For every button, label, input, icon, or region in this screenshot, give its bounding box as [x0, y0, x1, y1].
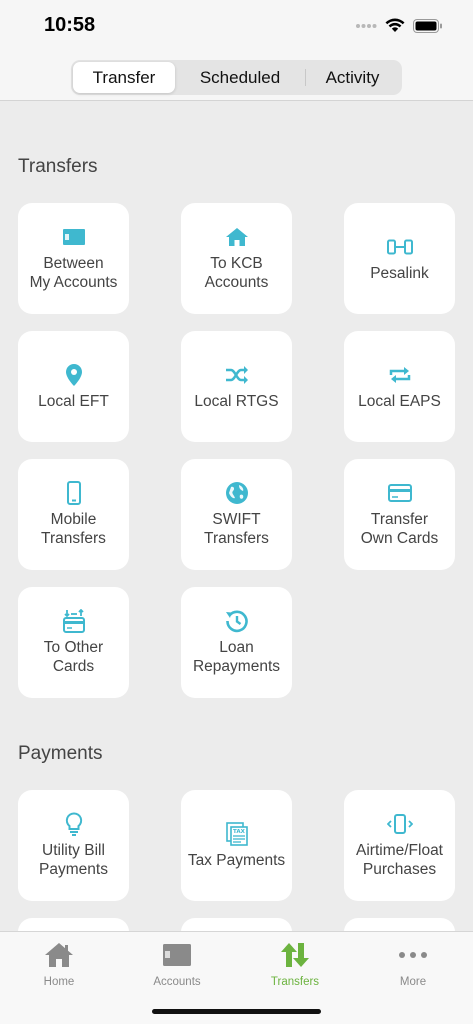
tab-label: Home — [43, 976, 75, 988]
repeat-icon — [389, 366, 410, 383]
tab-accounts[interactable]: Accounts — [118, 940, 236, 988]
credit-card-icon — [387, 484, 412, 502]
home-icon — [225, 228, 248, 246]
tile-swift-transfers[interactable]: SWIFT Transfers — [181, 459, 292, 570]
tile-label: Local RTGS — [194, 392, 279, 410]
top-header: 10:58 Transfer Scheduled Activity — [0, 0, 473, 101]
globe-icon — [225, 482, 248, 504]
tile-label: Local EAPS — [358, 392, 441, 410]
tab-home[interactable]: Home — [0, 940, 118, 988]
tile-to-other-cards[interactable]: To Other Cards — [18, 587, 129, 698]
tab-label: Accounts — [153, 976, 201, 988]
battery-icon — [413, 18, 442, 33]
tile-local-rtgs[interactable]: Local RTGS — [181, 331, 292, 442]
lightbulb-icon — [65, 812, 82, 836]
card-transfer-icon — [62, 609, 85, 633]
tile-transfer-own-cards[interactable]: Transfer Own Cards — [344, 459, 455, 570]
svg-text:TAX: TAX — [233, 829, 246, 835]
tile-utility-bill-payments[interactable]: Utility Bill Payments — [18, 790, 129, 901]
status-bar: 10:58 — [0, 0, 473, 54]
status-icons — [355, 18, 443, 33]
tile-label: Tax Payments — [187, 851, 286, 869]
tab-label: More — [399, 976, 427, 988]
tile-loan-repayments[interactable]: Loan Repayments — [181, 587, 292, 698]
tile-label: Utility Bill Payments — [39, 842, 108, 878]
tab-more[interactable]: More — [354, 940, 472, 988]
payments-section-title: Payments — [18, 743, 103, 764]
tile-pesalink[interactable]: Pesalink — [344, 203, 455, 314]
home-indicator — [152, 1009, 321, 1014]
wifi-icon — [385, 18, 405, 32]
shuffle-icon — [225, 365, 248, 384]
mobile-phone-icon — [66, 481, 81, 505]
tile-label: Between My Accounts — [29, 255, 118, 291]
wallet-icon — [62, 229, 85, 245]
tab-activity[interactable]: Activity — [305, 62, 400, 93]
tile-label: SWIFT Transfers — [204, 511, 269, 547]
tile-label: To Other Cards — [43, 639, 104, 675]
tile-label: Mobile Transfers — [41, 511, 106, 547]
cellular-signal-icon — [356, 23, 377, 28]
transfers-section-title: Transfers — [18, 156, 98, 177]
tab-scheduled[interactable]: Scheduled — [175, 62, 305, 93]
tile-label: Loan Repayments — [192, 639, 280, 675]
more-dots-icon — [399, 952, 427, 958]
tile-between-my-accounts[interactable]: Between My Accounts — [18, 203, 129, 314]
tile-local-eft[interactable]: Local EFT — [18, 331, 129, 442]
tile-label: To KCB Accounts — [204, 255, 269, 291]
tile-label: Pesalink — [370, 264, 429, 282]
tile-tax-payments[interactable]: TAX Tax Payments — [181, 790, 292, 901]
wallet-icon — [163, 944, 191, 966]
status-time: 10:58 — [44, 14, 96, 36]
location-pin-icon — [65, 363, 82, 386]
tile-airtime-float-purchases[interactable]: Airtime/Float Purchases — [344, 790, 455, 901]
tax-document-icon: TAX — [225, 821, 248, 846]
phone-link-icon — [386, 239, 413, 254]
tile-local-eaps[interactable]: Local EAPS — [344, 331, 455, 442]
transfer-arrows-icon — [281, 943, 309, 967]
tile-label: Transfer Own Cards — [360, 511, 439, 547]
history-clock-icon — [225, 610, 248, 633]
home-icon — [45, 943, 73, 967]
tile-mobile-transfers[interactable]: Mobile Transfers — [18, 459, 129, 570]
segmented-control: Transfer Scheduled Activity — [71, 60, 402, 95]
tile-label: Local EFT — [38, 392, 109, 410]
tab-transfers[interactable]: Transfers — [236, 940, 354, 988]
tab-transfer[interactable]: Transfer — [73, 62, 175, 93]
tile-to-kcb-accounts[interactable]: To KCB Accounts — [181, 203, 292, 314]
phone-vibrate-icon — [386, 814, 413, 834]
tile-label: Airtime/Float Purchases — [356, 842, 443, 878]
tab-label: Transfers — [270, 976, 320, 988]
